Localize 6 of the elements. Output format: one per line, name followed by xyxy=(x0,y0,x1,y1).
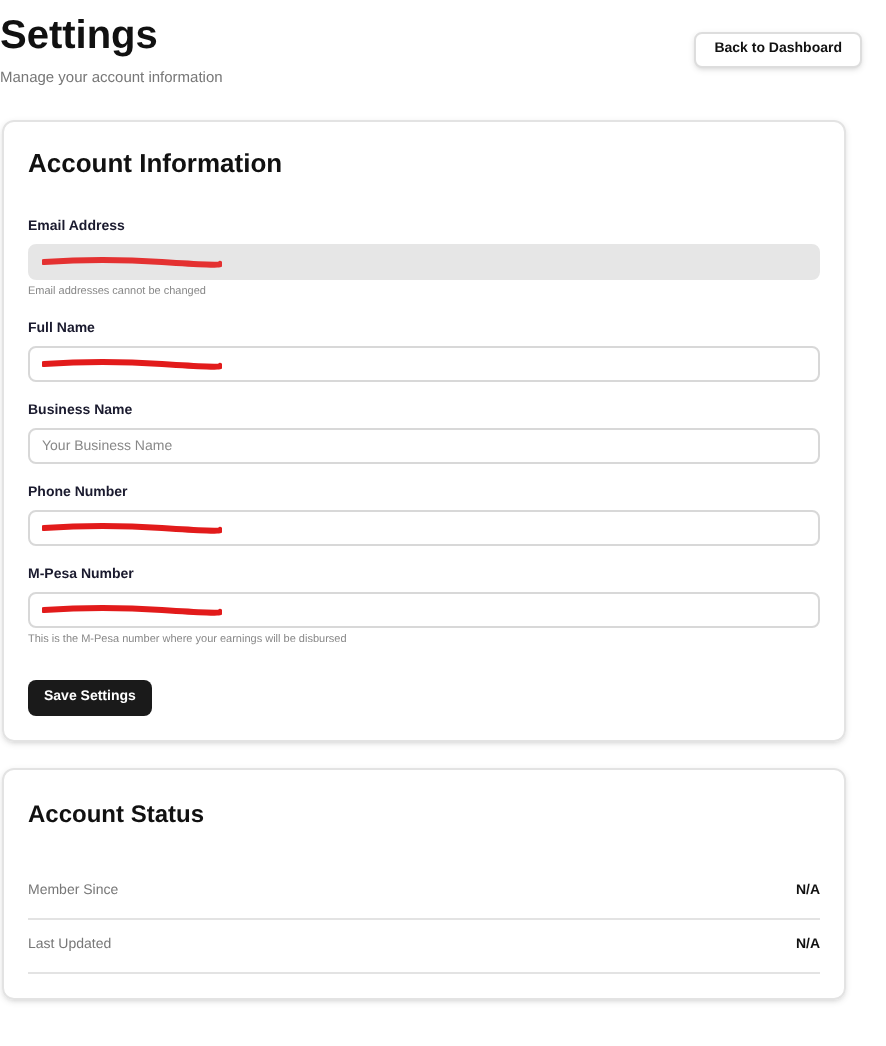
card-title: Account Status xyxy=(28,798,207,831)
page-title: Settings xyxy=(0,12,160,60)
input-field[interactable] xyxy=(28,592,820,629)
input-field[interactable] xyxy=(28,510,820,547)
card-title: Account Information xyxy=(28,148,285,181)
input-field[interactable] xyxy=(28,346,820,383)
